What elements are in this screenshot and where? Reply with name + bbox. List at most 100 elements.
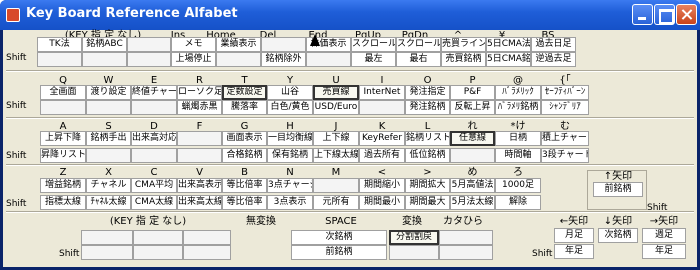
key-action-button[interactable]: [127, 37, 171, 52]
key-action-button[interactable]: メモ: [171, 37, 216, 52]
title-bar[interactable]: Key Board Reference Alfabet: [0, 0, 700, 30]
close-button[interactable]: [676, 4, 697, 25]
key-action-button[interactable]: 増益銘柄: [40, 178, 86, 193]
key-action-button[interactable]: [439, 245, 493, 260]
key-action-button[interactable]: 渡り設定: [86, 85, 131, 100]
key-action-button[interactable]: [131, 148, 177, 163]
key-action-button[interactable]: 次銘柄: [598, 228, 638, 243]
key-action-button[interactable]: 年足: [554, 244, 594, 259]
key-action-button[interactable]: [86, 148, 131, 163]
key-action-button[interactable]: [359, 100, 405, 115]
key-action-button[interactable]: 騰落率: [222, 100, 267, 115]
key-action-button[interactable]: 日柄: [495, 131, 541, 146]
key-action-button[interactable]: [439, 230, 493, 245]
key-action-button[interactable]: 月足: [554, 228, 594, 243]
key-action-button[interactable]: [81, 230, 133, 245]
key-action-button[interactable]: ローソク足: [177, 85, 222, 100]
key-action-button[interactable]: USD/Euro: [313, 100, 359, 115]
key-action-button[interactable]: ﾁｬﾈﾙ太線: [86, 195, 131, 210]
key-action-button[interactable]: 過去所有: [359, 148, 405, 163]
key-action-button[interactable]: P&F: [450, 85, 495, 100]
key-action-button[interactable]: [216, 52, 261, 67]
key-action-button[interactable]: スクロール左: [351, 37, 396, 52]
key-action-button[interactable]: 前銘柄: [593, 182, 643, 197]
key-action-button[interactable]: InterNet: [359, 85, 405, 100]
key-action-button[interactable]: [306, 52, 351, 67]
key-action-button[interactable]: 上下線: [313, 131, 359, 146]
key-action-button[interactable]: チャネル: [86, 178, 131, 193]
key-action-button[interactable]: 指標太線: [40, 195, 86, 210]
key-action-button[interactable]: 年足: [642, 244, 686, 259]
key-action-button[interactable]: [127, 52, 171, 67]
key-action-button[interactable]: 保有銘柄: [267, 148, 313, 163]
key-action-button[interactable]: 銘柄手出: [86, 131, 131, 146]
key-action-button[interactable]: 5月法太線: [450, 195, 495, 210]
key-action-button[interactable]: 発注指定: [405, 85, 450, 100]
key-action-button[interactable]: 銘柄ABC: [82, 37, 127, 52]
key-action-button[interactable]: 5日CMA法: [486, 37, 531, 52]
key-action-button[interactable]: 等比倍率: [222, 195, 267, 210]
key-action-button[interactable]: 等比倍率: [222, 178, 267, 193]
key-action-button[interactable]: 銘柄除外: [261, 52, 306, 67]
key-action-button[interactable]: 出来高表示: [177, 178, 222, 193]
key-action-button[interactable]: [133, 230, 183, 245]
key-action-button[interactable]: 山谷: [267, 85, 313, 100]
key-action-button[interactable]: 終値チャート: [131, 85, 177, 100]
key-action-button[interactable]: [313, 178, 359, 193]
key-action-button[interactable]: [40, 100, 86, 115]
key-action-button[interactable]: [86, 100, 131, 115]
key-action-button[interactable]: ｾｰﾌﾃｨﾊﾞｰﾝ: [541, 85, 589, 100]
key-action-button[interactable]: 売買線: [313, 85, 359, 100]
key-action-button[interactable]: [133, 245, 183, 260]
key-action-button[interactable]: ﾊﾞﾗﾒﾘｯｸ: [495, 85, 541, 100]
key-action-button[interactable]: [177, 148, 222, 163]
key-action-button[interactable]: CMA平均: [131, 178, 177, 193]
key-action-button[interactable]: 週足: [642, 228, 686, 243]
key-action-button[interactable]: 白色/黄色: [267, 100, 313, 115]
key-action-button[interactable]: 3点表示: [267, 195, 313, 210]
key-action-button[interactable]: 期間最大: [405, 195, 450, 210]
key-action-button[interactable]: 期間拡大: [405, 178, 450, 193]
key-action-button[interactable]: TK法: [37, 37, 82, 52]
key-action-button[interactable]: [389, 245, 439, 260]
key-action-button[interactable]: 全画面: [40, 85, 86, 100]
minimize-button[interactable]: [632, 4, 653, 25]
key-action-button[interactable]: 解除: [495, 195, 541, 210]
key-action-button[interactable]: 昇降リスト: [40, 148, 86, 163]
key-action-button[interactable]: 期間最小: [359, 195, 405, 210]
key-action-button[interactable]: 次銘柄: [291, 230, 387, 245]
key-action-button[interactable]: 逆過去足: [531, 52, 576, 67]
key-action-button[interactable]: 元所有: [313, 195, 359, 210]
key-action-button[interactable]: [81, 245, 133, 260]
key-action-button[interactable]: 最右: [396, 52, 441, 67]
key-action-button[interactable]: 売買銘柄: [441, 52, 486, 67]
key-action-button[interactable]: [450, 148, 495, 163]
key-action-button[interactable]: 最左: [351, 52, 396, 67]
key-action-button[interactable]: [183, 230, 231, 245]
key-action-button[interactable]: [37, 52, 82, 67]
key-action-button[interactable]: ﾊﾞﾗﾒﾘ銘柄: [495, 100, 541, 115]
key-action-button[interactable]: 発注銘柄: [405, 100, 450, 115]
key-action-button[interactable]: 3点チャージ: [267, 178, 313, 193]
key-action-button[interactable]: 業績表示: [216, 37, 261, 52]
key-action-button[interactable]: [131, 100, 177, 115]
key-action-button[interactable]: 低位銘柄: [405, 148, 450, 163]
key-action-button[interactable]: 上下線太線: [313, 148, 359, 163]
key-action-button[interactable]: [261, 37, 306, 52]
key-action-button[interactable]: 5日CMA銘: [486, 52, 531, 67]
key-action-button[interactable]: [183, 245, 231, 260]
key-action-button[interactable]: 一目均衡線: [267, 131, 313, 146]
key-action-button[interactable]: 合格銘柄: [222, 148, 267, 163]
maximize-button[interactable]: [654, 4, 675, 25]
key-action-button[interactable]: [82, 52, 127, 67]
key-action-button[interactable]: 過去日足: [531, 37, 576, 52]
key-action-button[interactable]: 3段チャート: [541, 148, 589, 163]
key-action-button[interactable]: 分割割戻: [389, 230, 439, 245]
key-action-button[interactable]: 上昇下降: [40, 131, 86, 146]
key-action-button[interactable]: 画面表示: [222, 131, 267, 146]
key-action-button[interactable]: 1000足: [495, 178, 541, 193]
key-action-button[interactable]: 任意線: [450, 131, 495, 146]
key-action-button[interactable]: CMA太線: [131, 195, 177, 210]
key-action-button[interactable]: 5月高値法: [450, 178, 495, 193]
key-action-button[interactable]: 蝋燭赤黒: [177, 100, 222, 115]
